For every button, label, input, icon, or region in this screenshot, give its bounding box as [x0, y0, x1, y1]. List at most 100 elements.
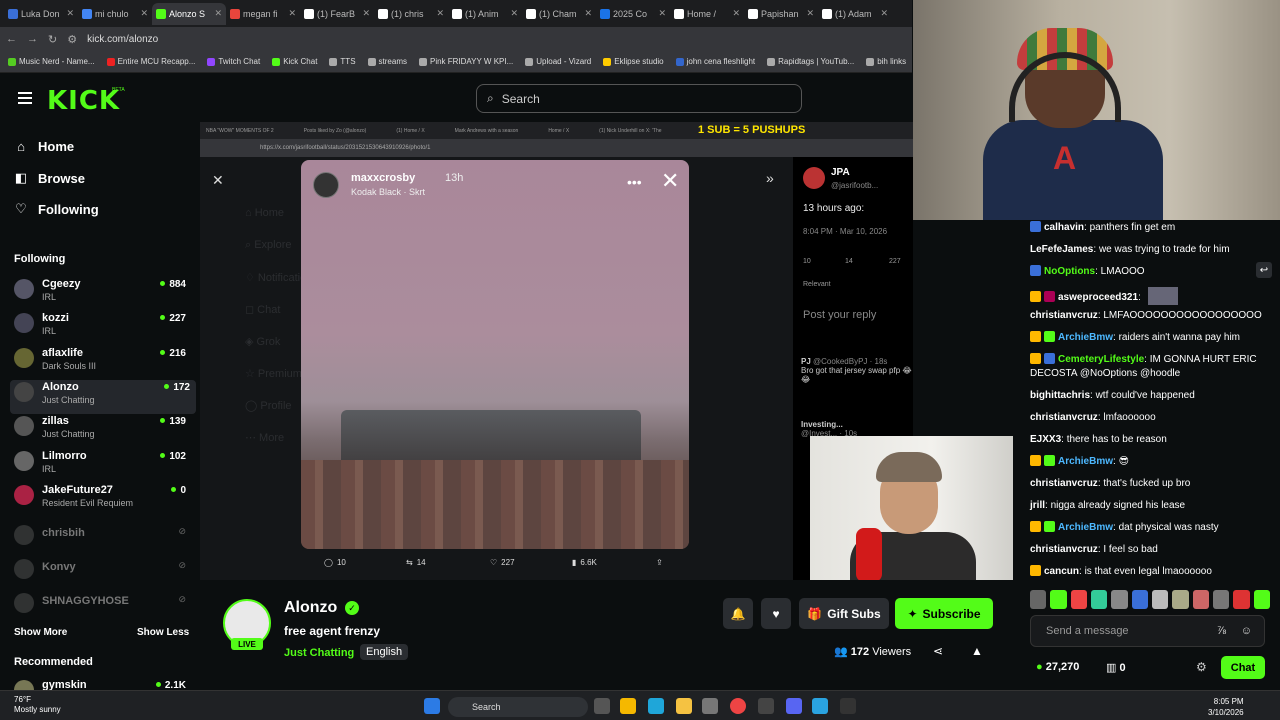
offline-item[interactable]: Konvy ⊘ — [14, 557, 192, 591]
show-more-button[interactable]: Show More — [14, 627, 67, 638]
chat-username[interactable]: ArchieBmw — [1058, 456, 1113, 467]
store-icon[interactable] — [702, 698, 718, 714]
tab-close-icon[interactable]: ✕ — [584, 8, 592, 19]
bookmark-item[interactable]: Upload - Vizard — [525, 57, 591, 66]
bookmark-item[interactable]: Pink FRIDAYY W KPI... — [418, 57, 513, 66]
browser-tab[interactable]: (1) Adam ✕ — [818, 3, 892, 25]
back-icon[interactable]: ← — [6, 33, 17, 45]
emote-icon[interactable] — [1030, 590, 1047, 609]
tab-close-icon[interactable]: ✕ — [362, 8, 370, 19]
browser-tab[interactable]: (1) FearB ✕ — [300, 3, 374, 25]
tab-close-icon[interactable]: ✕ — [510, 8, 518, 19]
tab-close-icon[interactable]: ✕ — [658, 8, 666, 19]
start-icon[interactable] — [424, 698, 440, 714]
emote-icon[interactable] — [1172, 590, 1189, 609]
following-item-aflaxlife[interactable]: aflaxlife Dark Souls III 216 — [14, 346, 192, 380]
chat-username[interactable]: cancun — [1044, 566, 1079, 577]
tab-close-icon[interactable]: ✕ — [140, 8, 148, 19]
bookmark-item[interactable]: streams — [367, 57, 407, 66]
chat-username[interactable]: christianvcruz — [1030, 544, 1098, 555]
tab-close-icon[interactable]: ✕ — [732, 8, 740, 19]
subscribe-button[interactable]: ✦ Subscribe — [895, 598, 993, 629]
tab-close-icon[interactable]: ✕ — [880, 8, 888, 19]
chat-username[interactable]: christianvcruz — [1030, 478, 1098, 489]
report-icon[interactable]: ▲ — [971, 644, 983, 658]
tab-close-icon[interactable]: ✕ — [66, 8, 74, 19]
bookmark-item[interactable]: TTS — [329, 57, 356, 66]
browser-tab[interactable]: Alonzo S ✕ — [152, 2, 226, 25]
bookmark-item[interactable]: bih links — [866, 57, 906, 66]
browser-tab[interactable]: Home / ✕ — [670, 3, 744, 25]
bookmark-item[interactable]: Kick Chat — [272, 57, 317, 66]
chat-username[interactable]: ArchieBmw — [1058, 522, 1113, 533]
telegram-icon[interactable] — [812, 698, 828, 714]
bookmark-item[interactable]: Entire MCU Recapp... — [106, 57, 195, 66]
emote-icon[interactable] — [1090, 590, 1108, 609]
following-item-jakefuture27[interactable]: JakeFuture27 Resident Evil Requiem 0 — [14, 483, 192, 517]
explorer-icon[interactable] — [620, 698, 636, 714]
taskview-icon[interactable] — [594, 698, 610, 714]
emote-icon[interactable] — [1233, 590, 1250, 609]
url-text[interactable]: kick.com/alonzo — [87, 34, 158, 45]
chat-username[interactable]: CemeteryLifestyle — [1058, 354, 1144, 365]
search-input[interactable]: ⌕ Search — [476, 84, 802, 113]
nav-browse[interactable]: ◧ Browse — [14, 170, 85, 186]
browser-tab[interactable]: mi chulo ✕ — [78, 3, 152, 25]
tab-close-icon[interactable]: ✕ — [806, 8, 814, 19]
tab-close-icon[interactable]: ✕ — [436, 8, 444, 19]
chat-username[interactable]: bighittachris — [1030, 390, 1090, 401]
chat-username[interactable]: jrill — [1030, 500, 1045, 511]
emote-icon[interactable] — [1253, 590, 1270, 609]
chat-send-button[interactable]: Chat — [1221, 656, 1265, 679]
edge-icon[interactable] — [648, 698, 664, 714]
points-value[interactable]: 27,270 — [1046, 661, 1080, 673]
following-item-lilmorro[interactable]: Lilmorro IRL 102 — [14, 449, 192, 483]
chat-username[interactable]: christianvcruz — [1030, 412, 1098, 423]
kicks-value[interactable]: 0 — [1119, 662, 1125, 674]
emote-picker-icon[interactable]: ⅞ — [1217, 625, 1226, 637]
bookmark-item[interactable]: john cena fleshlight — [675, 57, 755, 66]
settings-gear-icon[interactable]: ⚙ — [1196, 660, 1207, 674]
offline-item[interactable]: chrisbih ⊘ — [14, 523, 192, 557]
chat-username[interactable]: NoOptions — [1044, 266, 1095, 277]
emote-icon[interactable] — [1131, 590, 1148, 609]
tab-close-icon[interactable]: ✕ — [214, 8, 222, 19]
video-player[interactable]: NBA "WOW" MOMENTS OF 2 Posts liked by Zo … — [200, 122, 913, 580]
show-less-button[interactable]: Show Less — [137, 627, 189, 638]
browser-tab[interactable]: (1) chris ✕ — [374, 3, 448, 25]
browser-tab[interactable]: Luka Don ✕ — [4, 3, 78, 25]
browser-tab[interactable]: 2025 Co ✕ — [596, 3, 670, 25]
following-item-cgeezy[interactable]: Cgeezy IRL 884 — [14, 277, 192, 311]
taskbar-search[interactable]: Search — [448, 697, 588, 717]
chat-username[interactable]: ArchieBmw — [1058, 332, 1113, 343]
reload-icon[interactable]: ↻ — [48, 33, 57, 46]
chat-username[interactable]: EJXX3 — [1030, 434, 1061, 445]
emote-icon[interactable] — [1192, 590, 1209, 609]
gift-subs-button[interactable]: 🎁 Gift Subs — [799, 598, 889, 629]
bookmark-item[interactable]: Rapidtags | YouTub... — [767, 57, 854, 66]
follow-heart-button[interactable]: ♥ — [761, 598, 791, 629]
reply-arrow-icon[interactable]: ↩ — [1256, 262, 1272, 278]
following-item-zillas[interactable]: zillas Just Chatting 139 — [14, 414, 192, 448]
browser-tab[interactable]: megan fi ✕ — [226, 3, 300, 25]
browser-tab[interactable]: (1) Cham ✕ — [522, 3, 596, 25]
share-icon[interactable]: ⋖ — [933, 644, 943, 658]
emote-icon[interactable] — [1111, 590, 1128, 609]
forward-icon[interactable]: → — [27, 33, 38, 45]
chat-username[interactable]: LeFefeJames — [1030, 244, 1093, 255]
nav-following[interactable]: ♡ Following — [14, 201, 98, 217]
site-info-icon[interactable]: ⚙ — [67, 33, 77, 46]
emoji-icon[interactable]: ☺ — [1241, 625, 1252, 637]
tab-close-icon[interactable]: ✕ — [288, 8, 296, 19]
chat-username[interactable]: calhavin — [1044, 222, 1084, 233]
kick-logo[interactable]: KICK — [47, 86, 120, 116]
chat-input[interactable]: Send a message ⅞ ☺ — [1030, 615, 1265, 647]
emote-icon[interactable] — [1212, 590, 1230, 609]
emote-icon[interactable] — [1151, 590, 1169, 609]
offline-item[interactable]: SHNAGGYHOSE ⊘ — [14, 591, 192, 625]
nav-home[interactable]: ⌂ Home — [14, 139, 74, 154]
emote-icon[interactable] — [1070, 590, 1087, 609]
discord-icon[interactable] — [786, 698, 802, 714]
emote-icon[interactable] — [1050, 590, 1067, 609]
notification-bell-button[interactable]: 🔔 — [723, 598, 753, 629]
